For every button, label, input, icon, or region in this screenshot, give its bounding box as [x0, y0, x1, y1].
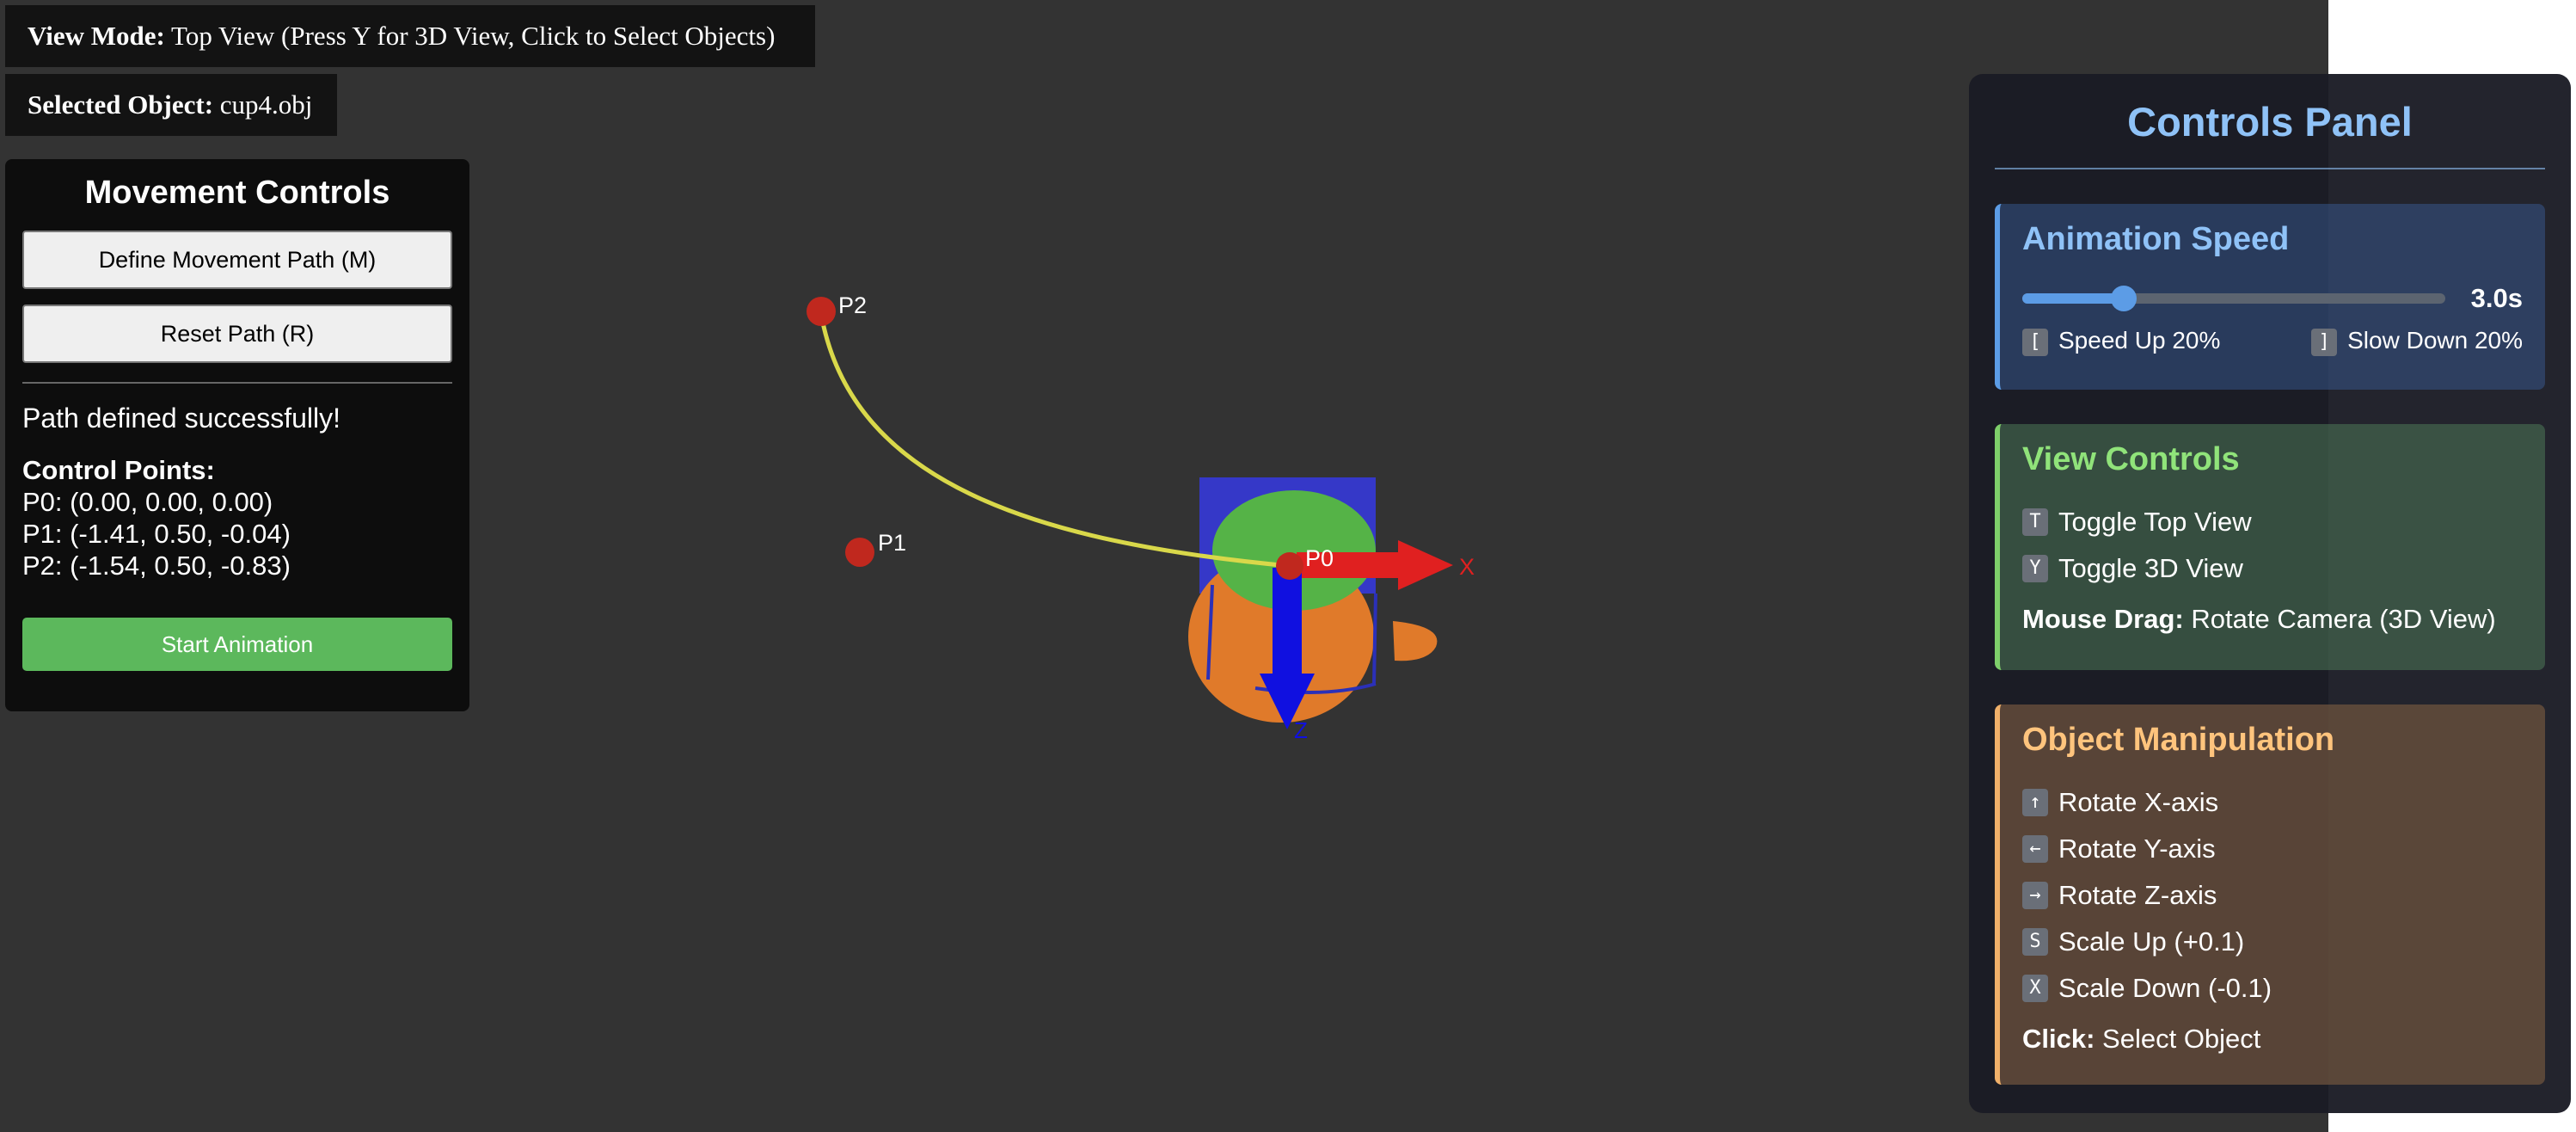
- start-animation-button[interactable]: Start Animation: [22, 618, 452, 671]
- key-t: T: [2022, 508, 2048, 536]
- key-s: S: [2022, 928, 2048, 956]
- control-point-p0-coords: P0: (0.00, 0.00, 0.00): [22, 487, 273, 517]
- divider: [22, 382, 452, 384]
- slow-down-hint: ] Slow Down 20%: [2311, 327, 2523, 356]
- movement-controls-title: Movement Controls: [84, 175, 390, 211]
- title-divider: [1995, 168, 2545, 169]
- axis-z-label: Z: [1294, 717, 1308, 743]
- shortcut-scale-up: S Scale Up (+0.1): [2022, 919, 2523, 965]
- speed-up-key: [: [2022, 328, 2048, 356]
- speed-slider[interactable]: [2022, 286, 2445, 311]
- define-path-button[interactable]: Define Movement Path (M): [22, 231, 452, 289]
- axis-z: [1273, 568, 1302, 675]
- arrow-left-key-icon: ←: [2022, 835, 2048, 863]
- speed-slider-fill: [2022, 293, 2125, 304]
- shortcut-rotate-x: ↑ Rotate X-axis: [2022, 779, 2523, 826]
- shortcut-label: Scale Down (-0.1): [2058, 973, 2272, 1003]
- control-point-label-p0: P0: [1305, 545, 1334, 571]
- reset-path-button[interactable]: Reset Path (R): [22, 305, 452, 363]
- axis-x-label: X: [1459, 554, 1475, 580]
- control-point-label-p2: P2: [838, 292, 867, 318]
- speed-up-hint: [ Speed Up 20%: [2022, 327, 2220, 356]
- shortcut-rotate-y: ← Rotate Y-axis: [2022, 826, 2523, 872]
- shortcut-label: Toggle Top View: [2058, 507, 2252, 537]
- view-controls-section: View Controls T Toggle Top View Y Toggle…: [1995, 424, 2545, 670]
- control-point-p2-coords: P2: (-1.54, 0.50, -0.83): [22, 551, 291, 581]
- mouse-drag-note: Mouse Drag: Rotate Camera (3D View): [2022, 604, 2523, 635]
- controls-panel-title: Controls Panel: [2127, 99, 2413, 145]
- view-mode-indicator: View Mode: Top View (Press Y for 3D View…: [5, 5, 815, 67]
- view-controls-title: View Controls: [2022, 441, 2240, 477]
- shortcut-label: Toggle 3D View: [2058, 553, 2243, 583]
- control-point-p2[interactable]: [807, 297, 836, 326]
- shortcut-label: Rotate Y-axis: [2058, 834, 2216, 864]
- selected-object-label: Selected Object:: [28, 89, 214, 120]
- selected-object-indicator: Selected Object: cup4.obj: [5, 74, 337, 136]
- selected-object-value: cup4.obj: [219, 89, 313, 120]
- object-manipulation-section: Object Manipulation ↑ Rotate X-axis ← Ro…: [1995, 704, 2545, 1085]
- shortcut-scale-down: X Scale Down (-0.1): [2022, 965, 2523, 1012]
- speed-up-label: Speed Up 20%: [2058, 327, 2221, 354]
- view-mode-label: View Mode:: [28, 21, 165, 51]
- path-status: Path defined successfully!: [22, 403, 340, 434]
- controls-panel: Controls Panel Animation Speed 3.0s [ Spe…: [1969, 74, 2571, 1113]
- animation-speed-section: Animation Speed 3.0s [ Speed Up 20% ] Slow…: [1995, 204, 2545, 390]
- object-manipulation-title: Object Manipulation: [2022, 722, 2335, 758]
- cup-handle: [1393, 621, 1438, 661]
- speed-value: 3.0s: [2470, 283, 2523, 313]
- axis-x-arrowhead: [1398, 540, 1453, 590]
- click-note: Click: Select Object: [2022, 1024, 2523, 1055]
- mouse-drag-value: Rotate Camera (3D View): [2191, 604, 2496, 634]
- shortcut-label: Rotate X-axis: [2058, 787, 2219, 817]
- arrow-right-key-icon: →: [2022, 882, 2048, 909]
- control-points-title: Control Points:: [22, 455, 215, 485]
- animation-speed-title: Animation Speed: [2022, 221, 2290, 257]
- arrow-up-key-icon: ↑: [2022, 789, 2048, 816]
- control-point-p0[interactable]: [1276, 552, 1303, 580]
- mouse-drag-label: Mouse Drag:: [2022, 604, 2184, 634]
- shortcut-rotate-z: → Rotate Z-axis: [2022, 872, 2523, 919]
- view-mode-value: Top View (Press Y for 3D View, Click to …: [171, 21, 776, 51]
- control-point-p1-coords: P1: (-1.41, 0.50, -0.04): [22, 519, 291, 549]
- click-value: Select Object: [2102, 1024, 2261, 1054]
- control-point-p1[interactable]: [845, 538, 874, 567]
- shortcut-label: Rotate Z-axis: [2058, 880, 2217, 910]
- control-point-label-p1: P1: [878, 530, 906, 556]
- click-label: Click:: [2022, 1024, 2095, 1054]
- key-y: Y: [2022, 555, 2048, 582]
- speed-slider-thumb[interactable]: [2111, 286, 2137, 311]
- shortcut-toggle-3d-view: Y Toggle 3D View: [2022, 545, 2523, 592]
- shortcut-toggle-top-view: T Toggle Top View: [2022, 499, 2523, 545]
- slow-down-key: ]: [2311, 328, 2338, 356]
- shortcut-label: Scale Up (+0.1): [2058, 926, 2245, 957]
- movement-controls-panel: Movement Controls Define Movement Path (…: [5, 159, 469, 711]
- slow-down-label: Slow Down 20%: [2347, 327, 2523, 354]
- key-x: X: [2022, 975, 2048, 1002]
